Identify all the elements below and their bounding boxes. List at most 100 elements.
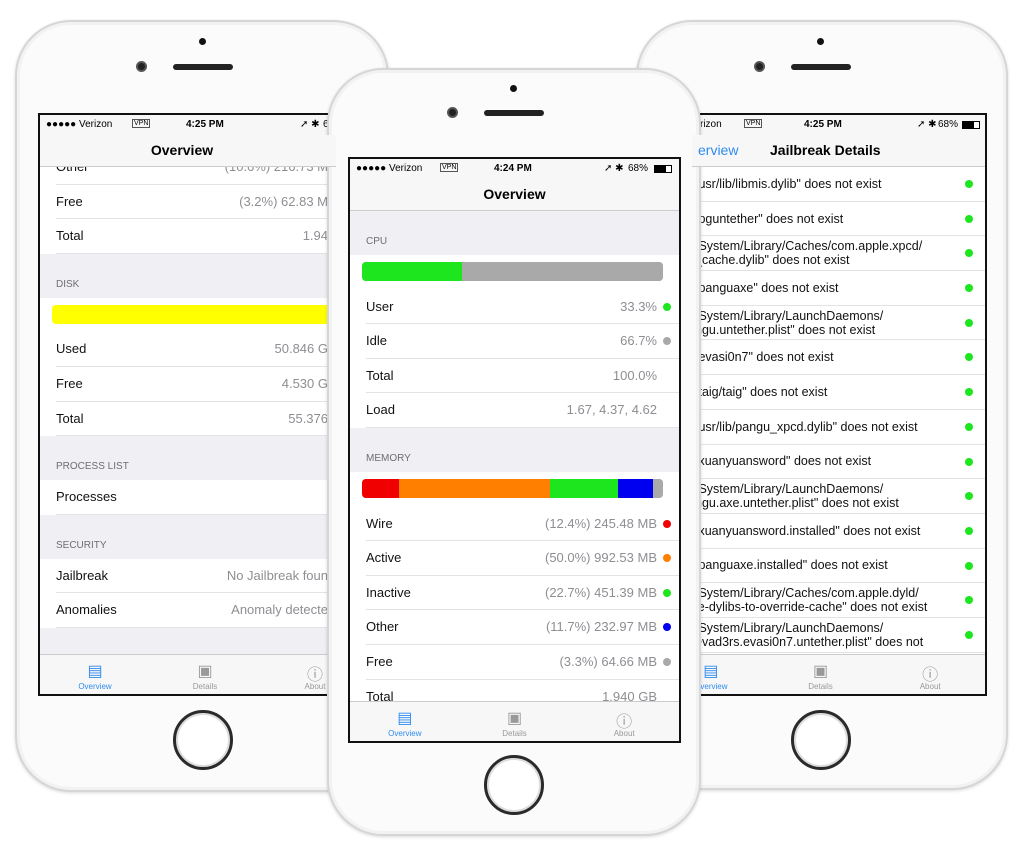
battery-icon	[962, 121, 980, 129]
row-value: 1.940 GB	[602, 688, 657, 701]
tab-about[interactable]: ⓘ About	[569, 702, 679, 741]
check-text: /xuanyuansword" does not exist	[695, 454, 872, 469]
jailbreak-check-row[interactable]: /System/Library/LaunchDaemons/ ngu.axe.u…	[692, 479, 985, 514]
list-row[interactable]: Processes	[40, 480, 336, 515]
list-row[interactable]: Total 55.376	[40, 401, 336, 437]
pass-dot	[965, 180, 973, 188]
row-value: 50.846 G	[274, 341, 329, 357]
pass-dot	[965, 249, 973, 258]
tab-bar: ▤ Overview ▣ Details ⓘ About	[350, 701, 679, 741]
row-label: Active	[366, 550, 402, 566]
list-row[interactable]: Free (3.2%) 62.83 M	[40, 184, 336, 220]
list-row[interactable]: Other (10.6%) 216.73 M	[40, 167, 336, 185]
status-dot	[663, 302, 671, 311]
status-bar: rizon VPN 4:25 PM ➚ ✱ 68%	[692, 115, 985, 135]
tab-overview[interactable]: ▤ Overview	[40, 655, 150, 694]
vpn-badge: VPN	[744, 119, 763, 128]
jailbreak-check-row[interactable]: /panguaxe" does not exist	[692, 271, 985, 306]
row-value: 4.530 G	[281, 375, 328, 391]
row-value: 100.0%	[612, 367, 657, 383]
speaker	[173, 64, 233, 70]
speaker	[791, 64, 851, 70]
bar-segment	[362, 478, 400, 498]
pass-dot	[965, 630, 973, 639]
jailbreak-check-row[interactable]: /xuanyuansword.installed" does not exist	[692, 513, 985, 549]
tab-overview[interactable]: ▤ Overview	[692, 655, 766, 694]
jailbreak-check-row[interactable]: /xuanyuansword" does not exist	[692, 444, 985, 480]
tab-label: About	[304, 682, 326, 691]
pass-dot	[965, 422, 973, 431]
right-screen: rizon VPN 4:25 PM ➚ ✱ 68% erview Jailbreak De…	[690, 113, 987, 696]
overview-list[interactable]: CPU User 33.3% Idle 66.7% Total 100.0% Load 1.67…	[350, 211, 679, 701]
jailbreak-check-row[interactable]: /System/Library/Caches/com.apple.xpcd/ _…	[692, 236, 985, 272]
carrier: ●●●●● Verizon	[356, 163, 423, 174]
list-row[interactable]: Other (11.7%) 232.97 MB	[350, 610, 679, 645]
row-value: 55.376	[288, 410, 328, 426]
tab-overview[interactable]: ▤ Overview	[350, 702, 460, 741]
section-header: SECURITY	[40, 515, 336, 559]
bar-segment	[549, 478, 618, 498]
list-row[interactable]: User 33.3%	[350, 289, 679, 325]
vpn-badge: VPN	[440, 163, 459, 172]
list-row[interactable]: Load 1.67, 4.37, 4.62	[350, 393, 679, 428]
jailbreak-check-row[interactable]: /System/Library/LaunchDaemons/ ngu.untet…	[692, 305, 985, 341]
jailbreak-list[interactable]: /usr/lib/libmis.dylib" does not exist/pg…	[692, 167, 985, 654]
section-title: SECURITY	[56, 539, 107, 551]
jailbreak-check-row[interactable]: /pguntether" does not exist	[692, 201, 985, 237]
overview-list[interactable]: Other (10.6%) 216.73 M Free (3.2%) 62.83 M T…	[40, 167, 336, 654]
jailbreak-check-row[interactable]: /taig/taig" does not exist	[692, 375, 985, 410]
info-icon: ⓘ	[922, 667, 939, 684]
location-bluetooth-icon: ➚ ✱	[604, 163, 624, 174]
back-button[interactable]: erview	[698, 135, 738, 165]
check-text: /panguaxe.installed" does not exist	[695, 558, 888, 573]
jailbreak-check-row[interactable]: /usr/lib/pangu_xpcd.dylib" does not exis…	[692, 409, 985, 445]
status-dot	[663, 588, 671, 597]
list-row[interactable]: Free 4.530 G	[40, 366, 336, 402]
list-row[interactable]: Total 1.940 GB	[350, 679, 679, 701]
row-value: 1.94	[302, 228, 328, 244]
section-header: DISK	[40, 254, 336, 298]
jailbreak-check-row[interactable]: /evasi0n7" does not exist	[692, 340, 985, 376]
list-row[interactable]: Jailbreak No Jailbreak foun	[40, 558, 336, 594]
location-bluetooth-icon: ➚ ✱	[917, 119, 937, 130]
jailbreak-check-row[interactable]: /System/Library/LaunchDaemons/ evad3rs.e…	[692, 617, 985, 653]
tab-about[interactable]: ⓘ About	[875, 655, 985, 694]
check-text: /System/Library/Caches/com.apple.dyld/ l…	[695, 586, 928, 615]
row-label: Inactive	[366, 584, 411, 600]
list-row[interactable]: Idle 66.7%	[350, 324, 679, 359]
home-button[interactable]	[791, 710, 851, 770]
row-value: (22.7%) 451.39 MB	[544, 584, 657, 600]
battery: 68%	[938, 119, 959, 130]
list-row[interactable]: Inactive (22.7%) 451.39 MB	[350, 575, 679, 611]
sensor	[199, 38, 206, 45]
tab-details[interactable]: ▣ Details	[766, 655, 876, 694]
list-row[interactable]: Active (50.0%) 992.53 MB	[350, 541, 679, 576]
home-button[interactable]	[173, 710, 233, 770]
row-label: Total	[56, 228, 84, 244]
tab-details[interactable]: ▣ Details	[150, 655, 260, 694]
row-label: Anomalies	[56, 602, 117, 618]
section-header: MEMORY	[350, 428, 679, 472]
list-row[interactable]: Free (3.3%) 64.66 MB	[350, 644, 679, 680]
list-row[interactable]: Total 100.0%	[350, 358, 679, 394]
check-text: /System/Library/Caches/com.apple.xpcd/ _…	[695, 239, 923, 268]
jailbreak-check-row[interactable]: /panguaxe.installed" does not exist	[692, 548, 985, 584]
check-text: /xuanyuansword.installed" does not exist	[695, 523, 921, 538]
list-row[interactable]: Wire (12.4%) 245.48 MB	[350, 506, 679, 542]
tab-label: Overview	[78, 682, 112, 691]
list-row[interactable]: Total 1.94	[40, 219, 336, 254]
jailbreak-check-row[interactable]: /usr/lib/libmis.dylib" does not exist	[692, 167, 985, 202]
camera	[136, 61, 147, 72]
row-value: (50.0%) 992.53 MB	[544, 550, 657, 566]
row-label: Used	[56, 341, 87, 357]
home-button[interactable]	[484, 755, 544, 815]
row-value: 33.3%	[620, 298, 657, 314]
tab-details[interactable]: ▣ Details	[460, 702, 570, 741]
list-row[interactable]: Anomalies Anomaly detecte	[40, 593, 336, 628]
row-label: Total	[56, 410, 84, 426]
speaker	[484, 110, 544, 116]
document-icon: ▤	[397, 710, 413, 727]
jailbreak-check-row[interactable]: /System/Library/Caches/com.apple.dyld/ l…	[692, 583, 985, 618]
pass-dot	[965, 388, 973, 397]
list-row[interactable]: Used 50.846 G	[40, 332, 336, 367]
